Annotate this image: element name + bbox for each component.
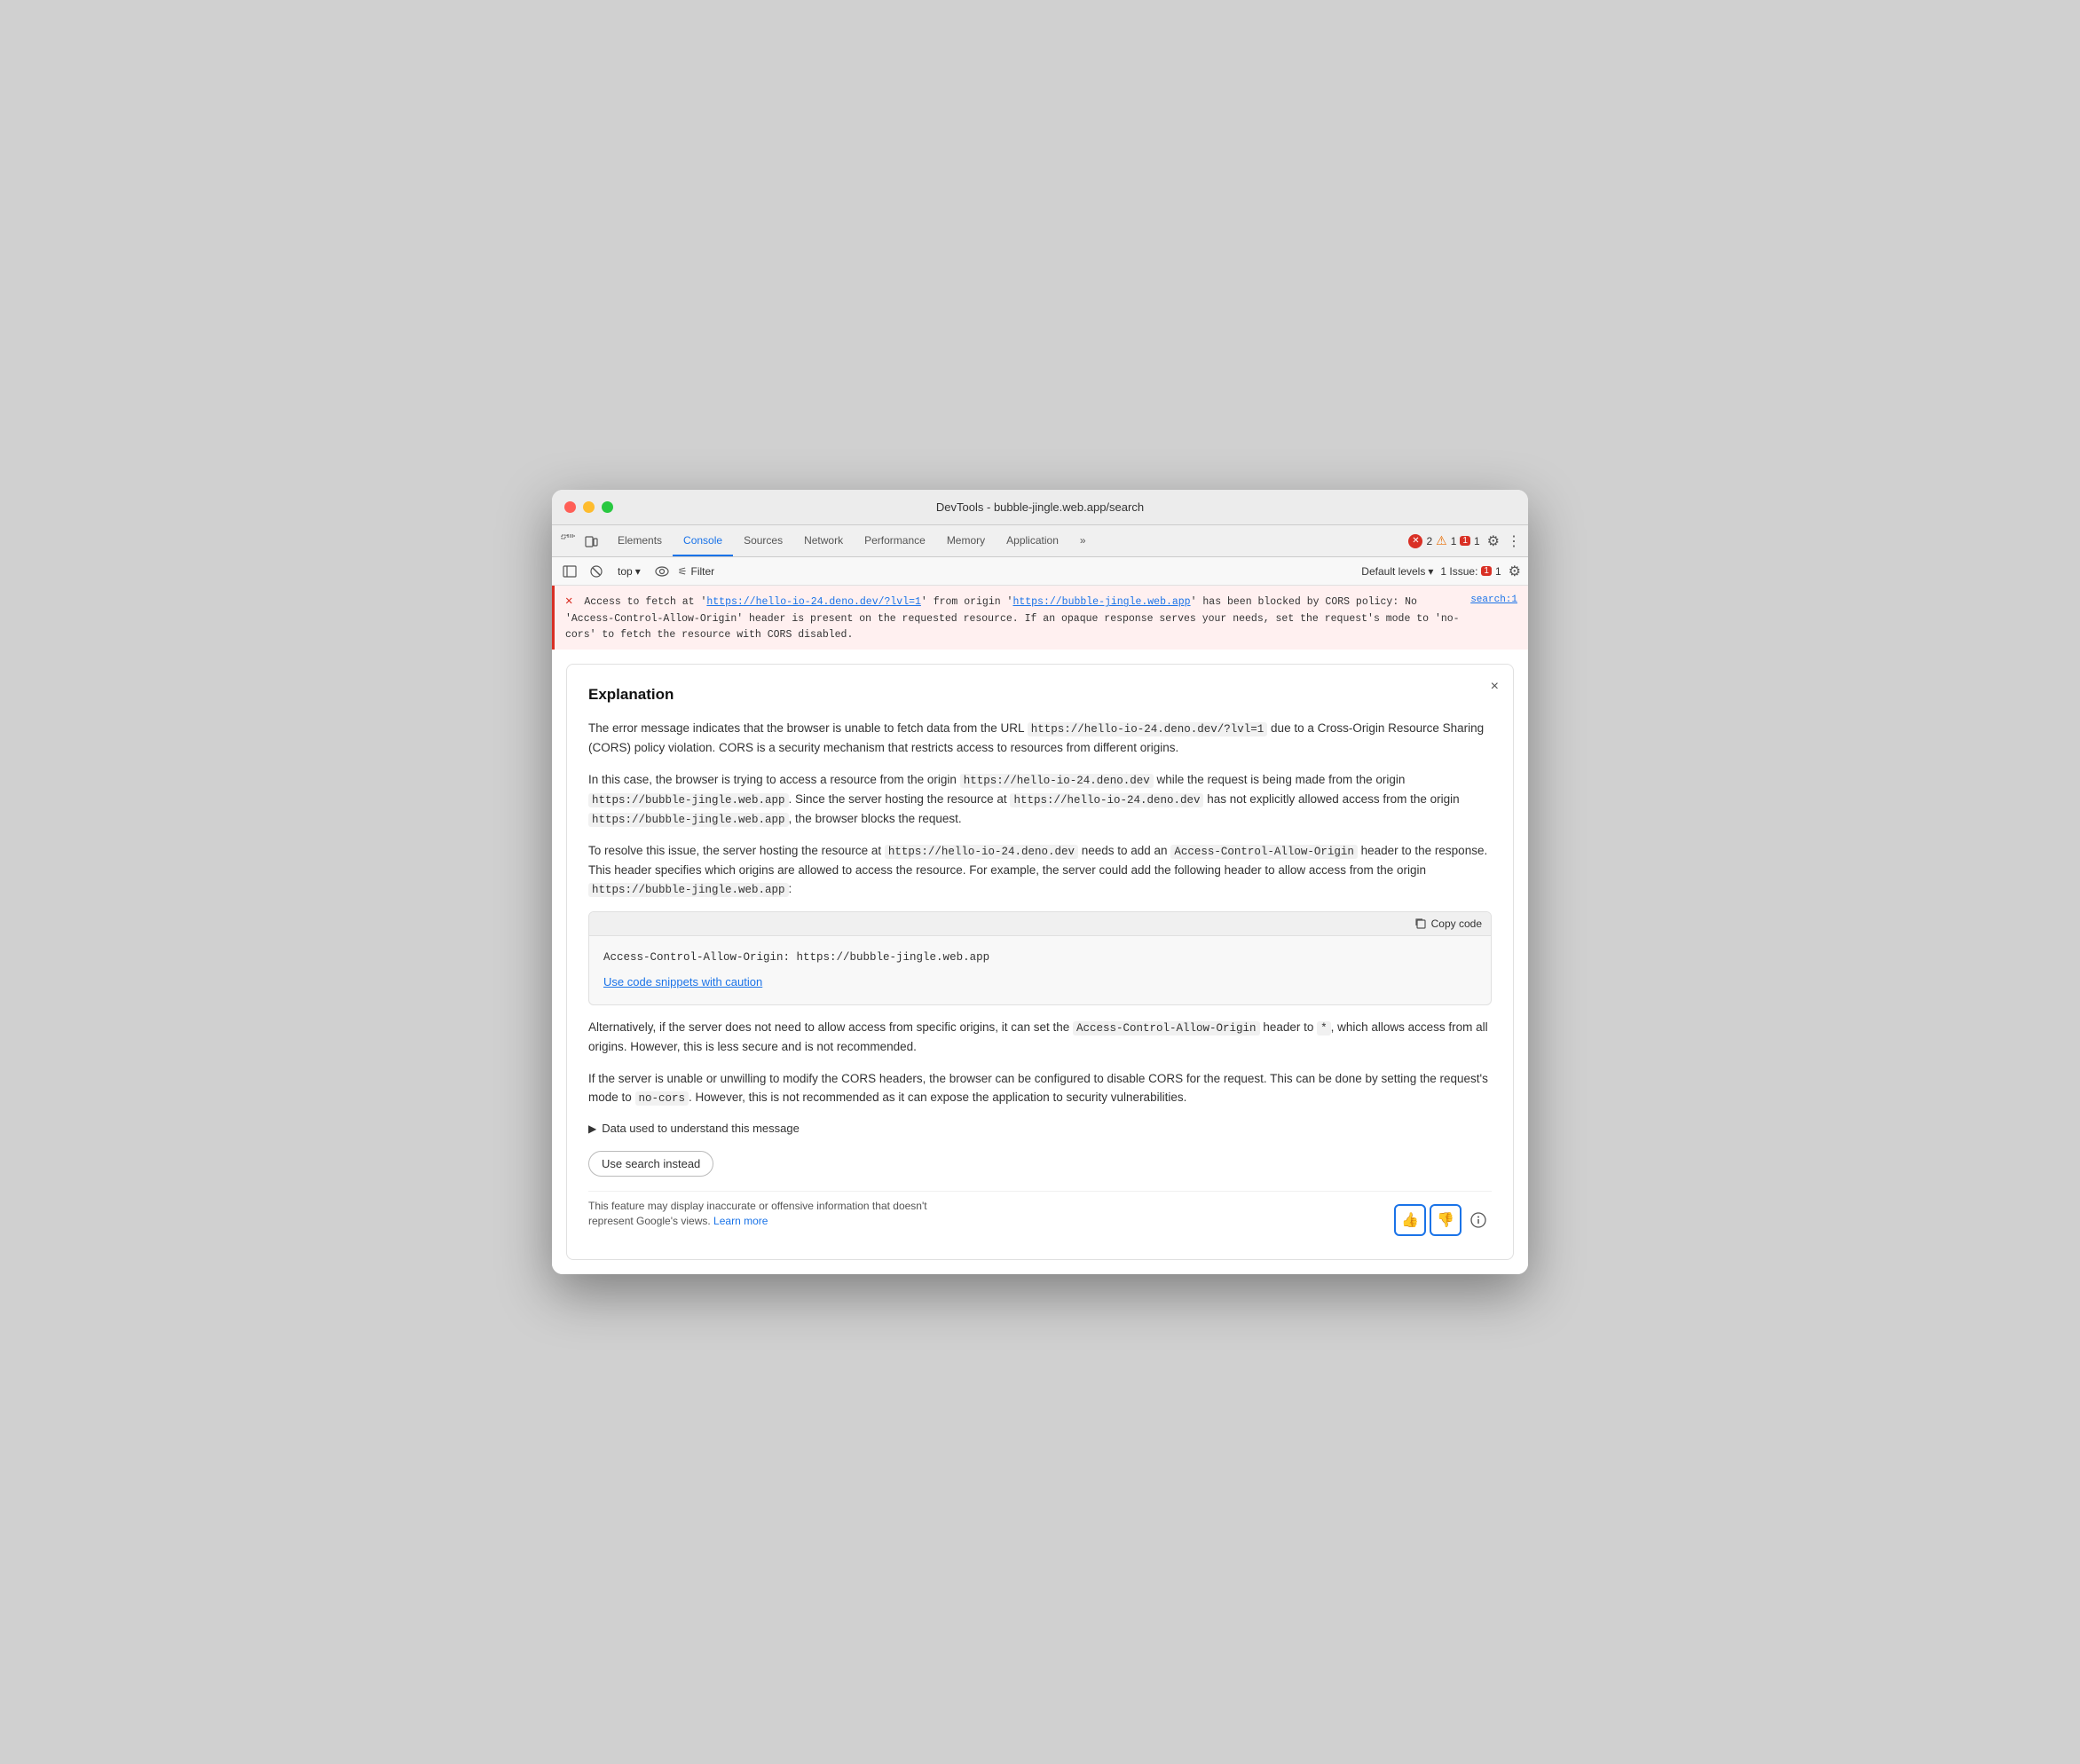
warning-icon: ⚠: [1436, 533, 1447, 548]
use-search-button[interactable]: Use search instead: [588, 1151, 713, 1177]
code-block-header: Copy code: [589, 912, 1491, 936]
explanation-para5: If the server is unable or unwilling to …: [588, 1069, 1492, 1108]
tab-more[interactable]: »: [1069, 525, 1097, 556]
origin5-code: https://bubble-jingle.web.app: [588, 883, 789, 897]
traffic-lights: [564, 501, 613, 513]
error-message-bar: ✕ Access to fetch at 'https://hello-io-2…: [552, 586, 1528, 650]
window-title: DevTools - bubble-jingle.web.app/search: [936, 500, 1144, 514]
fetch-url-link[interactable]: https://hello-io-24.deno.dev/?lvl=1: [706, 596, 921, 608]
resolve-url-code: https://hello-io-24.deno.dev: [885, 845, 1078, 859]
filter-label: Filter: [690, 565, 714, 578]
close-button[interactable]: [564, 501, 576, 513]
error-badge: ✕: [1408, 534, 1422, 548]
tab-memory[interactable]: Memory: [936, 525, 996, 556]
mode-code: no-cors: [635, 1091, 689, 1106]
console-content: ✕ Access to fetch at 'https://hello-io-2…: [552, 586, 1528, 1273]
device-icon[interactable]: [582, 532, 600, 550]
code-snippet-text: Access-Control-Allow-Origin: https://bub…: [603, 949, 1477, 966]
tab-sources[interactable]: Sources: [733, 525, 793, 556]
clear-console-icon[interactable]: [586, 561, 607, 582]
disclaimer-text: This feature may display inaccurate or o…: [588, 1199, 961, 1229]
feedback-info-button[interactable]: [1465, 1207, 1492, 1233]
origin-url-link[interactable]: https://bubble-jingle.web.app: [1012, 596, 1190, 608]
caution-link[interactable]: Use code snippets with caution: [603, 973, 1477, 992]
data-disclosure-toggle[interactable]: ▶ Data used to understand this message: [588, 1120, 1492, 1138]
close-explanation-button[interactable]: ×: [1491, 679, 1499, 695]
more-options-icon[interactable]: ⋮: [1507, 532, 1521, 550]
filter-area: ⚟ Filter: [678, 565, 714, 578]
explanation-title: Explanation: [588, 682, 1492, 706]
context-selector[interactable]: top ▾: [612, 563, 646, 579]
issues-badge: 1: [1481, 566, 1492, 576]
error-icon: ✕: [565, 595, 572, 609]
eye-icon[interactable]: [651, 561, 673, 582]
feedback-row: This feature may display inaccurate or o…: [588, 1191, 1492, 1241]
error-source-link[interactable]: search:1: [1470, 593, 1517, 642]
default-levels-selector[interactable]: Default levels ▾: [1361, 565, 1433, 578]
wildcard-code: *: [1317, 1021, 1331, 1036]
issues-button[interactable]: 1 Issue: 1 1: [1440, 565, 1501, 578]
feedback-buttons: 👍 👎: [1394, 1204, 1492, 1236]
sidebar-toggle[interactable]: [559, 561, 580, 582]
tab-performance[interactable]: Performance: [854, 525, 936, 556]
console-toolbar: top ▾ ⚟ Filter Default levels ▾ 1 Issue:…: [552, 557, 1528, 586]
console-settings-icon[interactable]: ⚙: [1509, 563, 1521, 580]
error-message-content: ✕ Access to fetch at 'https://hello-io-2…: [565, 593, 1470, 642]
maximize-button[interactable]: [602, 501, 613, 513]
data-disclosure-label: Data used to understand this message: [602, 1120, 800, 1138]
code-block: Copy code Access-Control-Allow-Origin: h…: [588, 911, 1492, 1005]
issue-count: 1: [1474, 535, 1480, 547]
tab-console[interactable]: Console: [673, 525, 733, 556]
disclosure-arrow: ▶: [588, 1121, 596, 1138]
inspect-icon[interactable]: [559, 532, 577, 550]
thumbs-up-button[interactable]: 👍: [1394, 1204, 1426, 1236]
devtools-window: DevTools - bubble-jingle.web.app/search …: [552, 490, 1528, 1273]
explanation-panel: Explanation × The error message indicate…: [566, 664, 1514, 1260]
issue-badge: 1: [1460, 536, 1470, 546]
explanation-para3: To resolve this issue, the server hostin…: [588, 841, 1492, 900]
origin2-code: https://bubble-jingle.web.app: [588, 793, 789, 807]
copy-code-button[interactable]: Copy code: [1414, 917, 1482, 930]
tab-network[interactable]: Network: [793, 525, 854, 556]
error-count: 2: [1426, 535, 1432, 547]
devtools-icons: [559, 532, 600, 550]
tab-list: Elements Console Sources Network Perform…: [607, 525, 1408, 556]
minimize-button[interactable]: [583, 501, 595, 513]
warn-count: 1: [1451, 535, 1457, 547]
explanation-para2: In this case, the browser is trying to a…: [588, 770, 1492, 829]
tab-application[interactable]: Application: [996, 525, 1069, 556]
code-block-body: Access-Control-Allow-Origin: https://bub…: [589, 936, 1491, 1004]
filter-right: Default levels ▾ 1 Issue: 1 1 ⚙: [1361, 563, 1521, 580]
settings-icon[interactable]: ⚙: [1487, 532, 1500, 550]
url1-code: https://hello-io-24.deno.dev/?lvl=1: [1028, 722, 1268, 736]
header2-code: Access-Control-Allow-Origin: [1073, 1021, 1260, 1036]
tab-elements[interactable]: Elements: [607, 525, 673, 556]
header1-code: Access-Control-Allow-Origin: [1170, 845, 1358, 859]
learn-more-link[interactable]: Learn more: [713, 1215, 768, 1227]
explanation-para4: Alternatively, if the server does not ne…: [588, 1018, 1492, 1057]
error-badge-group: ✕ 2 ⚠ 1 1 1: [1408, 533, 1479, 548]
origin3-code: https://hello-io-24.deno.dev: [1010, 793, 1203, 807]
origin4-code: https://bubble-jingle.web.app: [588, 813, 789, 827]
explanation-para1: The error message indicates that the bro…: [588, 719, 1492, 758]
thumbs-down-button[interactable]: 👎: [1430, 1204, 1462, 1236]
tab-right-controls: ✕ 2 ⚠ 1 1 1 ⚙ ⋮: [1408, 532, 1521, 550]
filter-icon: ⚟: [678, 565, 688, 578]
devtools-tabs-bar: Elements Console Sources Network Perform…: [552, 525, 1528, 557]
origin1-code: https://hello-io-24.deno.dev: [960, 774, 1154, 788]
title-bar: DevTools - bubble-jingle.web.app/search: [552, 490, 1528, 525]
